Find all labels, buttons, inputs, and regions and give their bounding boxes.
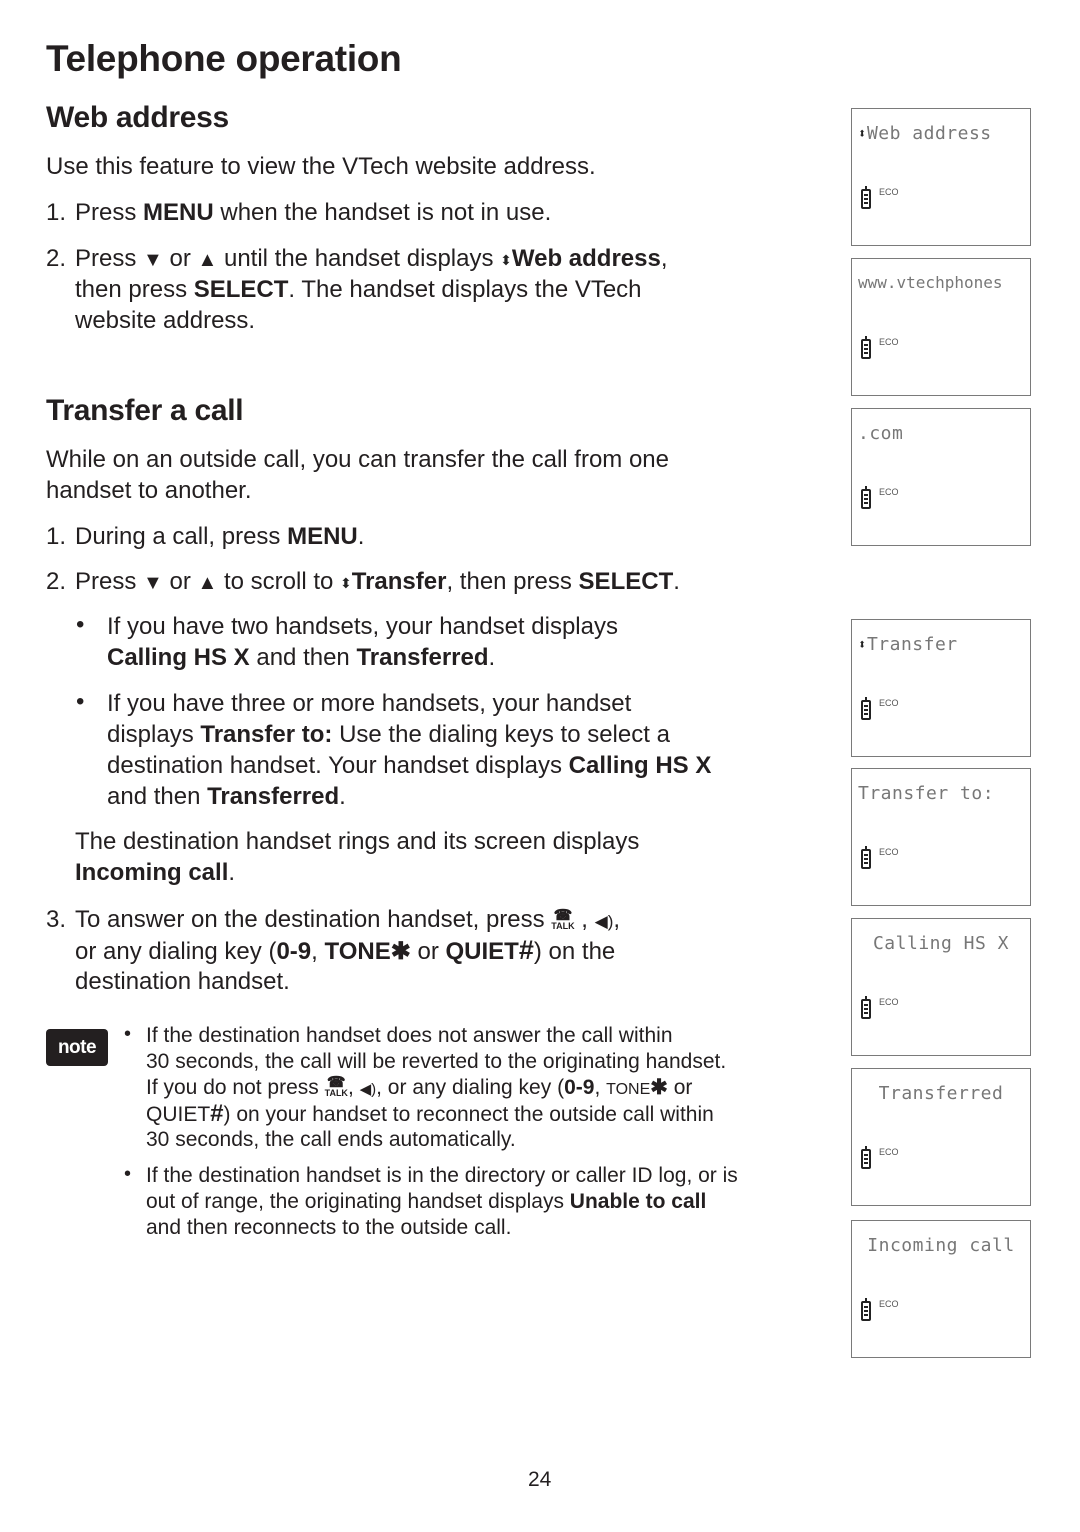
eco-indicator: ECO [879,698,899,708]
web-address-heading: Web address [46,101,229,134]
lcd-screen-transfer-to: Transfer to: ECO [851,768,1031,906]
eco-indicator: ECO [879,1147,899,1157]
note-badge: note [46,1029,108,1066]
scroll-arrows-icon: ⬍ [858,637,867,653]
lcd-screen-calling: Calling HS X ECO [851,918,1031,1056]
page-number: 24 [528,1468,552,1491]
talk-key-icon: ☎ TALK [324,1074,348,1098]
up-arrow-icon: ▲ [197,249,218,271]
battery-icon [861,846,871,869]
lcd-screen-transferred: Transferred ECO [851,1068,1031,1206]
battery-icon [861,1146,871,1169]
bullet-icon: • [124,1023,132,1045]
eco-indicator: ECO [879,997,899,1007]
web-address-intro: Use this feature to view the VTech websi… [46,153,596,180]
eco-indicator: ECO [879,337,899,347]
eco-indicator: ECO [879,847,899,857]
eco-indicator: ECO [879,1299,899,1309]
battery-icon [861,996,871,1019]
lcd-screen-transfer: ⬍Transfer ECO [851,619,1031,757]
scroll-arrows-icon: ⬍ [500,252,512,268]
bullet-icon: • [76,688,85,715]
scroll-arrows-icon: ⬍ [858,126,867,142]
star-key-icon: ✱ [390,938,411,965]
transfer-intro: While on an outside call, you can transf… [46,446,669,473]
lcd-screen-com: .com ECO [851,408,1031,546]
down-arrow-icon: ▼ [143,572,163,594]
battery-icon [861,336,871,359]
bullet-icon: • [124,1163,132,1185]
battery-icon [861,697,871,720]
up-arrow-icon: ▲ [197,572,218,594]
down-arrow-icon: ▼ [143,249,163,271]
battery-icon [861,1298,871,1321]
lcd-screen-web-address: ⬍Web address ECO [851,108,1031,246]
hash-key-icon: # [518,935,534,965]
scroll-arrows-icon: ⬍ [340,575,352,591]
speaker-key-icon: ◀) [359,1081,377,1098]
talk-key-icon: ☎ TALK [551,907,575,931]
bullet-icon: • [76,611,85,638]
eco-indicator: ECO [879,187,899,197]
lcd-screen-incoming: Incoming call ECO [851,1220,1031,1358]
speaker-key-icon: ◀) [594,912,614,931]
transfer-heading: Transfer a call [46,394,244,427]
star-key-icon: ✱ [650,1076,668,1099]
eco-indicator: ECO [879,487,899,497]
page-title: Telephone operation [46,38,402,79]
lcd-screen-www: www.vtechphones ECO [851,258,1031,396]
hash-key-icon: # [210,1100,224,1127]
battery-icon [861,486,871,509]
battery-icon [861,186,871,209]
